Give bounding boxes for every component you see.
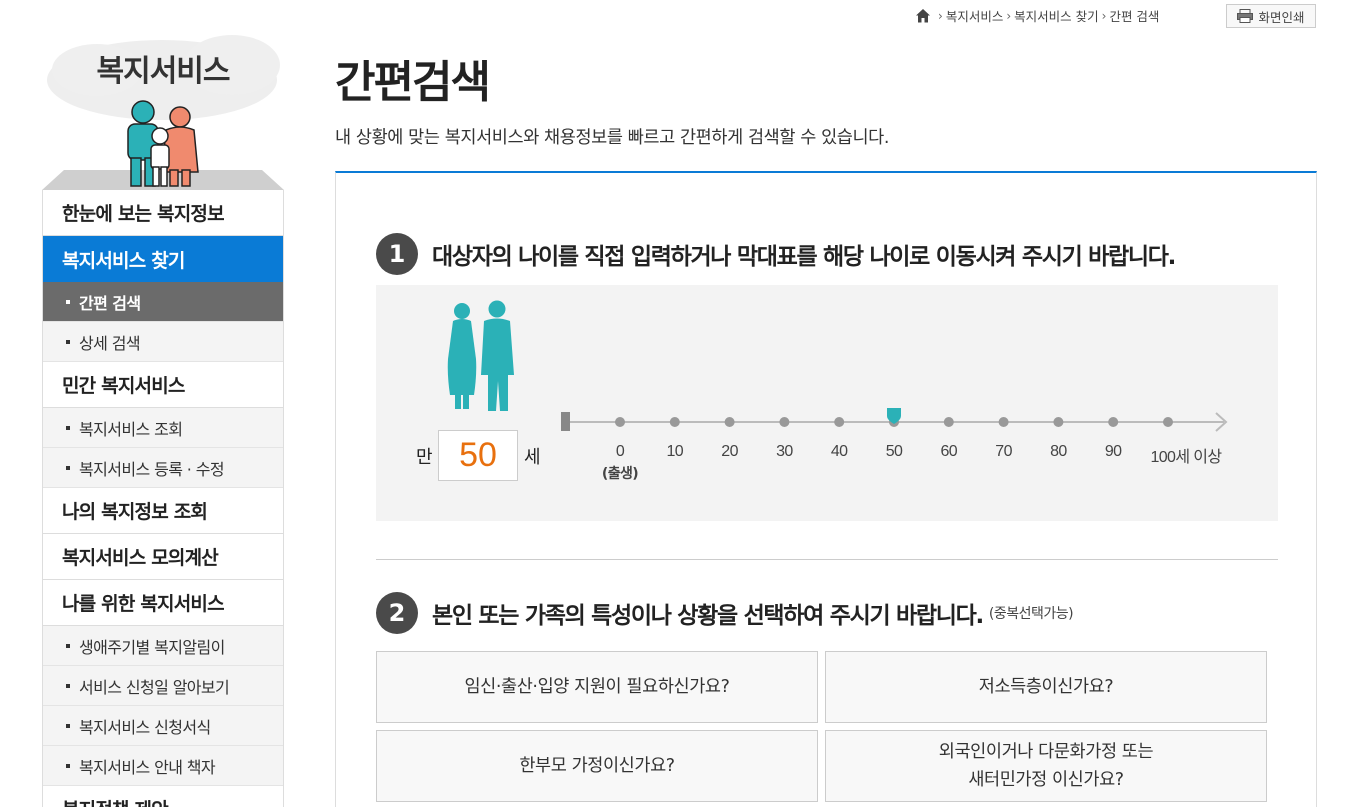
- slider-tick-label: 90: [1104, 443, 1122, 460]
- option-single-parent[interactable]: 한부모 가정이신가요?: [376, 730, 818, 802]
- slider-tick-dot[interactable]: [834, 417, 845, 427]
- chevron-right-icon: ›: [1101, 8, 1107, 23]
- slider-tick-label: 50: [885, 443, 903, 460]
- age-suffix-label: 세: [524, 447, 541, 468]
- sidebar-subitem-detail-search[interactable]: 상세 검색: [43, 322, 283, 362]
- home-icon[interactable]: [915, 8, 931, 24]
- slider-tick-dot[interactable]: [943, 417, 954, 427]
- breadcrumb-item[interactable]: 복지서비스: [946, 6, 1004, 25]
- sidebar-subitem-apply-forms[interactable]: 복지서비스 신청서식: [43, 706, 283, 746]
- age-input[interactable]: 50: [438, 430, 518, 481]
- sidebar: 복지서비스 한눈에 보는 복지정보 복지서비스 찾기 간편 검색 상세 검색 민…: [42, 0, 284, 807]
- sidebar-item-policy-proposal[interactable]: 복지정책 제안: [43, 786, 283, 807]
- chevron-right-icon: ›: [938, 8, 943, 23]
- sidebar-item-overview[interactable]: 한눈에 보는 복지정보: [43, 190, 283, 236]
- sidebar-title: 복지서비스: [96, 54, 231, 89]
- slider-tick-dot[interactable]: [1053, 417, 1064, 427]
- slider-tick-label: 0: [615, 443, 625, 460]
- slider-tick-dot[interactable]: [724, 417, 735, 427]
- sidebar-item-find-service[interactable]: 복지서비스 찾기: [43, 236, 283, 282]
- tick-sub-label: (출생): [601, 466, 639, 482]
- slider-start-cap: [561, 412, 570, 431]
- step-2-text: 본인 또는 가족의 특성이나 상황을 선택하여 주시기 바랍니다.: [432, 603, 984, 629]
- age-prefix-label: 만: [416, 447, 433, 468]
- slider-tick-dot[interactable]: [779, 417, 790, 427]
- sidebar-subitem-apply-date[interactable]: 서비스 신청일 알아보기: [43, 666, 283, 706]
- printer-icon: [1237, 9, 1254, 23]
- step-1-header: 1 대상자의 나이를 직접 입력하거나 막대표를 해당 나이로 이동시켜 주시기…: [376, 233, 1176, 275]
- section-divider: [376, 559, 1278, 560]
- page-description: 내 상황에 맞는 복지서비스와 채용정보를 빠르고 간편하게 검색할 수 있습니…: [335, 128, 890, 148]
- print-button[interactable]: 화면인쇄: [1226, 4, 1316, 28]
- step-number: 2: [376, 592, 418, 634]
- age-panel: 만 50 세 0 10 20 30 40 50 60 70 80 90 100세 이상 (출생): [376, 285, 1278, 521]
- breadcrumb-item[interactable]: 복지서비스 찾기: [1014, 6, 1098, 25]
- slider-tick-dot[interactable]: [1108, 417, 1119, 427]
- slider-tick-label: 60: [940, 443, 958, 460]
- breadcrumb-item-current: 간편 검색: [1109, 9, 1160, 24]
- slider-tick-label: 70: [995, 443, 1012, 460]
- couple-silhouette-icon: [447, 300, 514, 411]
- slider-tick-label: 40: [830, 443, 848, 460]
- sidebar-item-private-service[interactable]: 민간 복지서비스: [43, 362, 283, 408]
- breadcrumb: › 복지서비스 › 복지서비스 찾기 › 간편 검색: [915, 6, 1159, 25]
- slider-tick-dot[interactable]: [615, 417, 625, 427]
- step-2-header: 2 본인 또는 가족의 특성이나 상황을 선택하여 주시기 바랍니다. (중복선…: [376, 592, 1074, 634]
- slider-tick-label: 30: [776, 443, 793, 460]
- print-label: 화면인쇄: [1258, 9, 1305, 25]
- sidebar-item-for-me[interactable]: 나를 위한 복지서비스: [43, 580, 283, 626]
- slider-tick-label: 80: [1050, 443, 1067, 460]
- step-2-note: (중복선택가능): [988, 606, 1074, 622]
- option-low-income[interactable]: 저소득층이신가요?: [825, 651, 1267, 723]
- slider-tick-label: 20: [721, 443, 738, 460]
- sidebar-subitem-service-register[interactable]: 복지서비스 등록 · 수정: [43, 448, 283, 488]
- sidebar-menu: 한눈에 보는 복지정보 복지서비스 찾기 간편 검색 상세 검색 민간 복지서비…: [42, 190, 284, 807]
- option-multicultural[interactable]: 외국인이거나 다문화가정 또는 새터민가정 이신가요?: [825, 730, 1267, 802]
- sidebar-subitem-simple-search[interactable]: 간편 검색: [43, 282, 283, 322]
- option-pregnancy[interactable]: 임신·출산·입양 지원이 필요하신가요?: [376, 651, 818, 723]
- slider-tick-dot[interactable]: [669, 417, 680, 427]
- age-slider[interactable]: [556, 395, 1236, 435]
- sidebar-item-my-info[interactable]: 나의 복지정보 조회: [43, 488, 283, 534]
- sidebar-item-simulation[interactable]: 복지서비스 모의계산: [43, 534, 283, 580]
- sidebar-subitem-service-lookup[interactable]: 복지서비스 조회: [43, 408, 283, 448]
- slider-tick-dot[interactable]: [998, 417, 1009, 427]
- sidebar-subitem-guidebook[interactable]: 복지서비스 안내 책자: [43, 746, 283, 786]
- search-box: 1 대상자의 나이를 직접 입력하거나 막대표를 해당 나이로 이동시켜 주시기…: [335, 171, 1317, 807]
- step-number: 1: [376, 233, 418, 275]
- slider-tick-label: 10: [666, 443, 684, 460]
- chevron-right-icon: ›: [1006, 8, 1012, 23]
- slider-tick-dot[interactable]: [1163, 417, 1173, 427]
- slider-tick-label: 100세 이상: [1150, 449, 1222, 466]
- step-1-text: 대상자의 나이를 직접 입력하거나 막대표를 해당 나이로 이동시켜 주시기 바…: [432, 244, 1176, 270]
- sidebar-hero: 복지서비스: [42, 0, 284, 190]
- sidebar-subitem-lifecycle-alert[interactable]: 생애주기별 복지알림이: [43, 626, 283, 666]
- family-illustration: [42, 35, 284, 190]
- page-title: 간편검색: [335, 57, 491, 108]
